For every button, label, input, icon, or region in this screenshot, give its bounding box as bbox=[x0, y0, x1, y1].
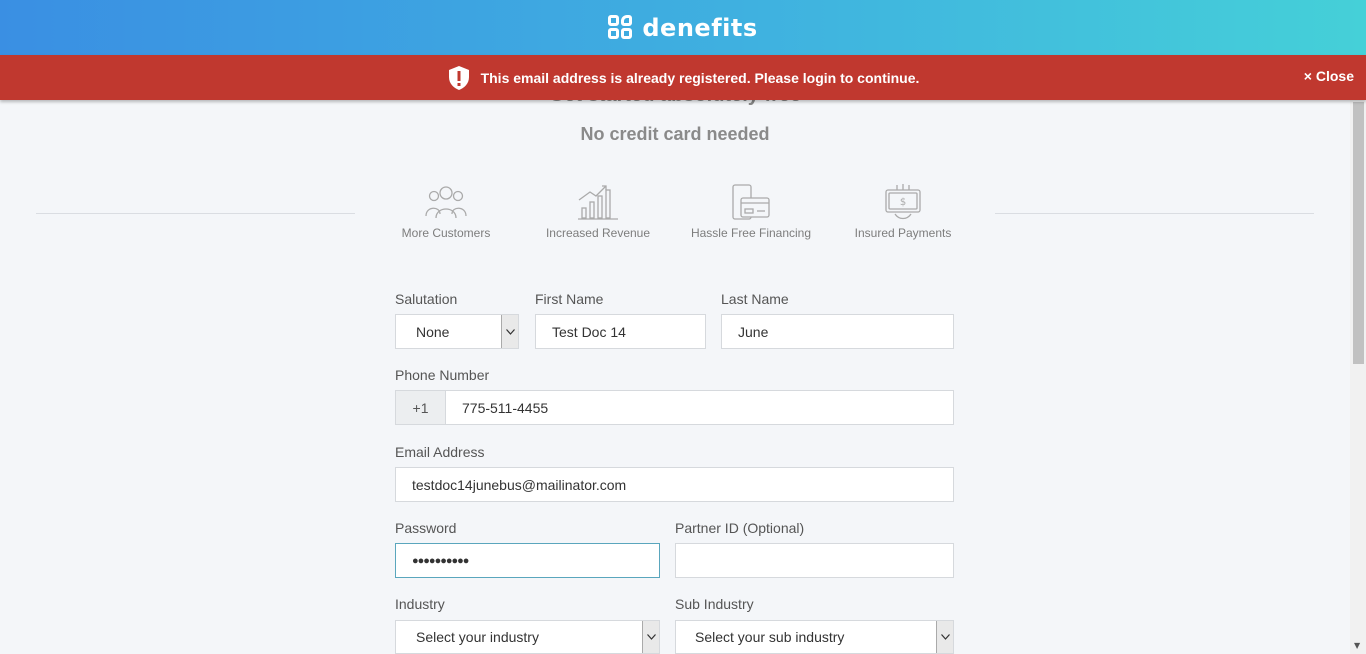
phone-label: Phone Number bbox=[395, 367, 490, 383]
error-alert: This email address is already registered… bbox=[0, 55, 1366, 100]
phone-country-code: +1 bbox=[396, 391, 446, 424]
password-value: ●●●●●●●●●● bbox=[412, 554, 469, 567]
password-label: Password bbox=[395, 520, 457, 536]
chevron-down-icon[interactable] bbox=[642, 621, 659, 653]
customers-icon bbox=[425, 186, 467, 219]
industry-label: Industry bbox=[395, 596, 445, 612]
feature-hassle-free-financing: Hassle Free Financing bbox=[681, 184, 821, 240]
financing-card-icon bbox=[732, 184, 770, 220]
phone-value: 775-511-4455 bbox=[462, 399, 549, 416]
last-name-input[interactable]: June bbox=[721, 314, 954, 349]
phone-input[interactable]: +1 775-511-4455 bbox=[395, 390, 954, 425]
feature-label: Increased Revenue bbox=[545, 226, 651, 240]
feature-label: More Customers bbox=[401, 226, 491, 240]
last-name-label: Last Name bbox=[721, 291, 789, 307]
insured-payment-icon: $ bbox=[885, 184, 921, 220]
industry-select[interactable]: Select your industry bbox=[395, 620, 660, 654]
sub-industry-value: Select your sub industry bbox=[695, 629, 845, 645]
shield-alert-icon bbox=[448, 65, 469, 90]
partner-id-input[interactable] bbox=[675, 543, 954, 578]
alert-message: This email address is already registered… bbox=[480, 69, 920, 86]
top-header: denefits bbox=[0, 0, 1366, 55]
brand-logo[interactable]: denefits bbox=[608, 14, 757, 42]
salutation-select[interactable]: None bbox=[395, 314, 519, 349]
feature-increased-revenue: Increased Revenue bbox=[528, 184, 668, 240]
last-name-value: June bbox=[738, 323, 769, 340]
salutation-label: Salutation bbox=[395, 291, 458, 307]
industry-value: Select your industry bbox=[416, 629, 539, 645]
svg-text:$: $ bbox=[900, 197, 906, 208]
first-name-input[interactable]: Test Doc 14 bbox=[535, 314, 706, 349]
scrollbar-thumb[interactable] bbox=[1353, 102, 1364, 364]
feature-label: Insured Payments bbox=[854, 226, 952, 240]
logo-mark-icon bbox=[608, 14, 634, 41]
password-input[interactable]: ●●●●●●●●●● bbox=[395, 543, 660, 578]
feature-more-customers: More Customers bbox=[376, 184, 516, 240]
first-name-label: First Name bbox=[535, 291, 604, 307]
scroll-down-arrow-icon[interactable]: ▼ bbox=[1354, 641, 1360, 650]
chevron-down-icon[interactable] bbox=[936, 621, 953, 653]
sub-industry-label: Sub Industry bbox=[675, 596, 754, 612]
feature-label: Hassle Free Financing bbox=[690, 226, 812, 240]
page-subheading: No credit card needed bbox=[580, 124, 770, 144]
divider-right bbox=[995, 213, 1314, 214]
email-label: Email Address bbox=[395, 444, 485, 460]
first-name-value: Test Doc 14 bbox=[552, 323, 626, 340]
divider-left bbox=[36, 213, 355, 214]
alert-close-button[interactable]: × Close bbox=[1304, 68, 1354, 84]
email-value: testdoc14junebus@mailinator.com bbox=[412, 476, 627, 493]
brand-name: denefits bbox=[642, 13, 758, 42]
chevron-down-icon[interactable] bbox=[501, 315, 518, 348]
partner-id-label: Partner ID (Optional) bbox=[675, 520, 805, 536]
page-scrollbar[interactable]: ▼ bbox=[1350, 100, 1366, 654]
sub-industry-select[interactable]: Select your sub industry bbox=[675, 620, 954, 654]
revenue-chart-icon bbox=[578, 185, 618, 220]
email-input[interactable]: testdoc14junebus@mailinator.com bbox=[395, 467, 954, 502]
feature-insured-payments: $ Insured Payments bbox=[833, 184, 973, 240]
salutation-value: None bbox=[416, 323, 450, 340]
